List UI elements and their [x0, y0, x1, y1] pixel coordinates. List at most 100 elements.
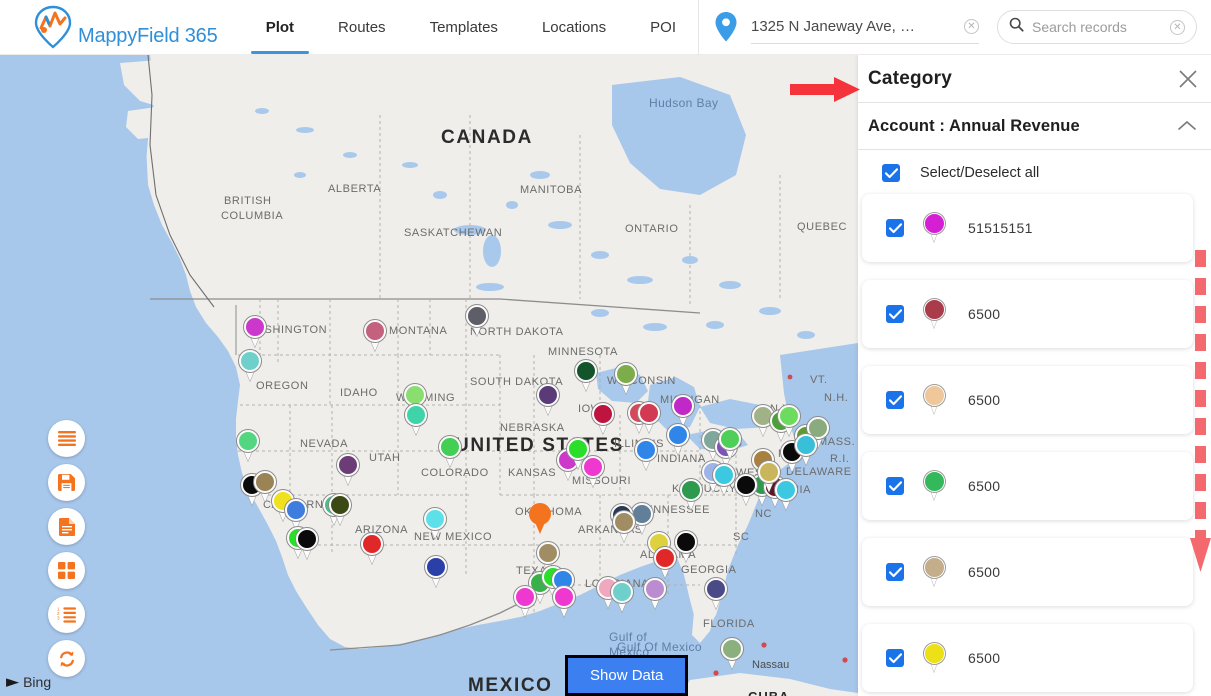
map-pin-marker[interactable] [405, 404, 427, 435]
section-header-annual-revenue[interactable]: Account : Annual Revenue [858, 103, 1211, 150]
map-label: MEXICO [468, 675, 553, 696]
chevron-up-icon[interactable] [1177, 119, 1197, 133]
show-data-button[interactable]: Show Data [565, 655, 689, 696]
map-pin-icon [924, 299, 946, 329]
refresh-icon[interactable] [48, 640, 85, 677]
category-list-item[interactable]: 51515151 [862, 194, 1193, 262]
header-right: 1325 N Janeway Ave, … ✕ Search records ✕ [698, 0, 1211, 55]
map-pin-head [615, 363, 637, 385]
checkbox-checked-icon[interactable] [886, 649, 904, 667]
category-list-item[interactable]: 6500 [862, 280, 1193, 348]
map-pin-head [924, 213, 945, 234]
map-pin-head [719, 428, 741, 450]
search-records-input[interactable]: Search records ✕ [997, 10, 1197, 44]
map-pin-marker[interactable] [329, 494, 351, 525]
map-pin-head [924, 299, 945, 320]
nav-item-locations[interactable]: Locations [520, 0, 628, 55]
map-pin-marker[interactable] [239, 350, 261, 381]
map-pin-chart-logo-icon [30, 4, 76, 50]
address-input[interactable]: 1325 N Janeway Ave, … ✕ [751, 10, 979, 44]
bing-b-icon: ► [6, 672, 20, 692]
map-pin-head [575, 360, 597, 382]
map-pin-marker[interactable] [680, 479, 702, 510]
map-pin-marker[interactable] [672, 395, 694, 426]
main-nav: Plot Routes Templates Locations POI [244, 0, 698, 55]
map-pin-marker[interactable] [592, 403, 614, 434]
close-x-icon[interactable] [1177, 68, 1199, 90]
map-pin-marker[interactable] [758, 461, 780, 492]
map-pin-marker[interactable] [615, 363, 637, 394]
map-pin-marker[interactable] [439, 436, 461, 467]
map-pin-selected[interactable] [529, 503, 551, 534]
category-list-item[interactable]: 6500 [862, 366, 1193, 434]
map-pin-marker[interactable] [667, 424, 689, 455]
map-label: Nassau [752, 659, 790, 671]
nav-item-templates[interactable]: Templates [408, 0, 520, 55]
map-pin-marker[interactable] [638, 402, 660, 433]
map-pin-icon [924, 213, 946, 243]
map-pin-marker[interactable] [424, 508, 446, 539]
category-list-item[interactable]: 6500 [862, 452, 1193, 520]
document-icon[interactable] [48, 508, 85, 545]
select-all-row[interactable]: Select/Deselect all [858, 150, 1211, 194]
category-list-item[interactable]: 6500 [862, 624, 1193, 692]
map-pin-marker[interactable] [654, 547, 676, 578]
map-label: CUBA [748, 689, 790, 696]
map-pin-marker[interactable] [425, 556, 447, 587]
map-pin-marker[interactable] [364, 320, 386, 351]
map-pin-icon [715, 12, 737, 42]
hamburger-menu-icon[interactable] [48, 420, 85, 457]
map-pin-marker[interactable] [795, 434, 817, 465]
bing-logo[interactable]: ► Bing [6, 672, 51, 692]
map-pin-head [553, 586, 575, 608]
map-pin-marker[interactable] [713, 464, 735, 495]
map-label: UTAH [369, 452, 401, 464]
floppy-disk-icon[interactable] [48, 464, 85, 501]
map-pin-marker[interactable] [296, 528, 318, 559]
map-pin-marker[interactable] [611, 581, 633, 612]
map-pin-marker[interactable] [285, 499, 307, 530]
map-pin-marker[interactable] [553, 586, 575, 617]
map-pin-marker[interactable] [361, 533, 383, 564]
map-pin-marker[interactable] [575, 360, 597, 391]
map-pin-marker[interactable] [537, 384, 559, 415]
checkbox-checked-icon[interactable] [886, 305, 904, 323]
grid-squares-icon[interactable] [48, 552, 85, 589]
map-label: FLORIDA [703, 618, 755, 630]
checkbox-checked-icon[interactable] [886, 219, 904, 237]
checkbox-checked-icon[interactable] [886, 563, 904, 581]
map-pin-marker[interactable] [582, 456, 604, 487]
map-pin-marker[interactable] [719, 428, 741, 459]
map-pin-marker[interactable] [613, 511, 635, 542]
address-clear-icon[interactable]: ✕ [964, 19, 979, 34]
map-label: N.H. [824, 392, 849, 404]
map-pin-marker[interactable] [705, 578, 727, 609]
map-pin-marker[interactable] [237, 430, 259, 461]
nav-item-poi[interactable]: POI [628, 0, 698, 55]
map-pin-head [239, 350, 261, 372]
nav-item-plot[interactable]: Plot [244, 0, 316, 55]
map-label: NC [755, 508, 773, 520]
map-pin-head [672, 395, 694, 417]
map-canvas[interactable]: CANADA UNITED STATES MEXICO BRITISH COLUMBIA… [0, 55, 858, 696]
checkbox-checked-icon[interactable] [886, 477, 904, 495]
map-pin-marker[interactable] [337, 454, 359, 485]
map-pin-marker[interactable] [721, 638, 743, 669]
map-pin-marker[interactable] [244, 316, 266, 347]
map-pin-head [924, 557, 945, 578]
map-pin-marker[interactable] [635, 439, 657, 470]
numbered-list-icon[interactable]: 1 2 3 [48, 596, 85, 633]
search-clear-icon[interactable]: ✕ [1170, 19, 1185, 35]
brand-name: MappyField 365 [78, 25, 218, 47]
brand[interactable]: MappyField 365 [0, 4, 236, 50]
map-pin-marker[interactable] [514, 586, 536, 617]
checkbox-checked-icon[interactable] [886, 391, 904, 409]
map-label: SASKATCHEWAN [404, 227, 503, 239]
map-pin-head [582, 456, 604, 478]
nav-item-routes[interactable]: Routes [316, 0, 408, 55]
checkbox-checked-icon[interactable] [882, 164, 900, 182]
map-pin-marker[interactable] [644, 578, 666, 609]
map-pin-marker[interactable] [675, 531, 697, 562]
category-list-item[interactable]: 6500 [862, 538, 1193, 606]
map-pin-marker[interactable] [466, 305, 488, 336]
